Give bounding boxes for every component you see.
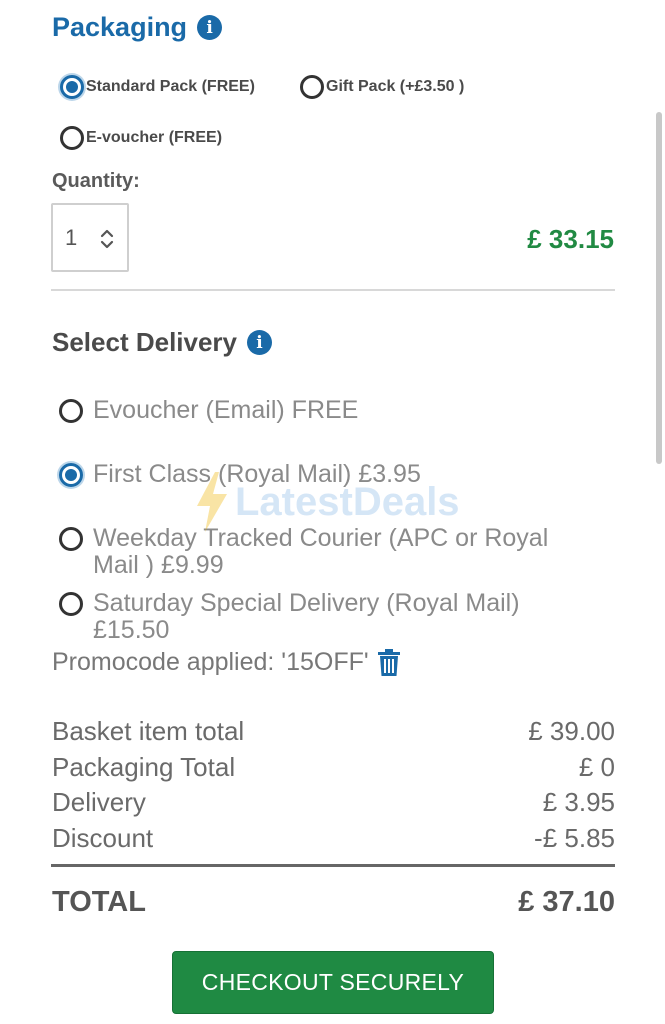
total-label: TOTAL (52, 886, 146, 918)
packaging-title: Packaging (52, 12, 188, 42)
summary-row-packaging: Packaging Total £ 0 (52, 750, 615, 786)
radio-unchecked-icon[interactable] (59, 527, 83, 551)
delivery-option-label: Evoucher (Email) FREE (93, 396, 359, 424)
delivery-option-first-class[interactable]: First Class (Royal Mail) £3.95 (59, 461, 553, 488)
packaging-option-standard[interactable]: Standard Pack (FREE) (60, 75, 255, 99)
info-icon[interactable]: i (247, 330, 273, 355)
summary-label: Packaging Total (52, 751, 236, 782)
delivery-option-label: Weekday Tracked Courier (APC or Royal Ma… (93, 524, 549, 579)
up-down-chevron-icon[interactable] (99, 227, 115, 251)
radio-unchecked-icon[interactable] (59, 399, 83, 423)
summary-label: Basket item total (52, 716, 245, 747)
promo-text: Promocode applied: '15OFF' (52, 648, 369, 676)
checkout-button[interactable]: CHECKOUT SECURELY (172, 951, 494, 1014)
summary-value: £ 0 (578, 751, 615, 782)
radio-checked-icon[interactable] (59, 463, 83, 487)
radio-unchecked-icon[interactable] (60, 126, 84, 150)
delivery-heading: Select Delivery i (52, 327, 273, 358)
packaging-option-evoucher[interactable]: E-voucher (FREE) (60, 126, 222, 150)
summary-value: £ 3.95 (542, 787, 615, 818)
quantity-stepper[interactable]: 1 (51, 203, 129, 272)
total-value: £ 37.10 (518, 886, 615, 918)
delivery-option-label: First Class (Royal Mail) £3.95 (93, 460, 421, 488)
order-summary: Basket item total £ 39.00 Packaging Tota… (52, 714, 615, 856)
summary-value: -£ 5.85 (534, 822, 615, 853)
delivery-option-tracked-courier[interactable]: Weekday Tracked Courier (APC or Royal Ma… (59, 525, 553, 579)
summary-divider (51, 864, 615, 867)
total-row: TOTAL £ 37.10 (52, 886, 615, 919)
page-scrollbar[interactable] (656, 112, 662, 464)
trash-icon[interactable] (377, 648, 401, 677)
radio-unchecked-icon[interactable] (59, 592, 83, 616)
info-icon[interactable]: i (197, 15, 223, 40)
summary-value: £ 39.00 (528, 716, 615, 747)
radio-unchecked-icon[interactable] (300, 75, 324, 99)
divider (51, 289, 615, 291)
packaging-heading: Packaging i (52, 12, 223, 43)
delivery-option-saturday[interactable]: Saturday Special Delivery (Royal Mail) £… (59, 590, 553, 644)
summary-row-discount: Discount -£ 5.85 (52, 821, 615, 857)
packaging-option-label: Standard Pack (FREE) (86, 78, 255, 95)
delivery-option-evoucher[interactable]: Evoucher (Email) FREE (59, 397, 553, 424)
line-price: £ 33.15 (527, 224, 614, 254)
promo-code-applied: Promocode applied: '15OFF' (52, 648, 401, 677)
packaging-option-gift[interactable]: Gift Pack (+£3.50 ) (300, 75, 464, 99)
summary-row-delivery: Delivery £ 3.95 (52, 785, 615, 821)
radio-checked-icon[interactable] (60, 75, 84, 99)
quantity-value: 1 (65, 224, 78, 250)
packaging-option-label: E-voucher (FREE) (86, 129, 223, 146)
summary-row-basket: Basket item total £ 39.00 (52, 714, 615, 750)
summary-label: Delivery (52, 787, 146, 818)
packaging-option-label: Gift Pack (+£3.50 ) (326, 78, 465, 95)
summary-label: Discount (52, 822, 154, 853)
delivery-option-label: Saturday Special Delivery (Royal Mail) £… (93, 589, 520, 644)
quantity-label: Quantity: (52, 170, 140, 192)
delivery-title: Select Delivery (52, 327, 238, 357)
